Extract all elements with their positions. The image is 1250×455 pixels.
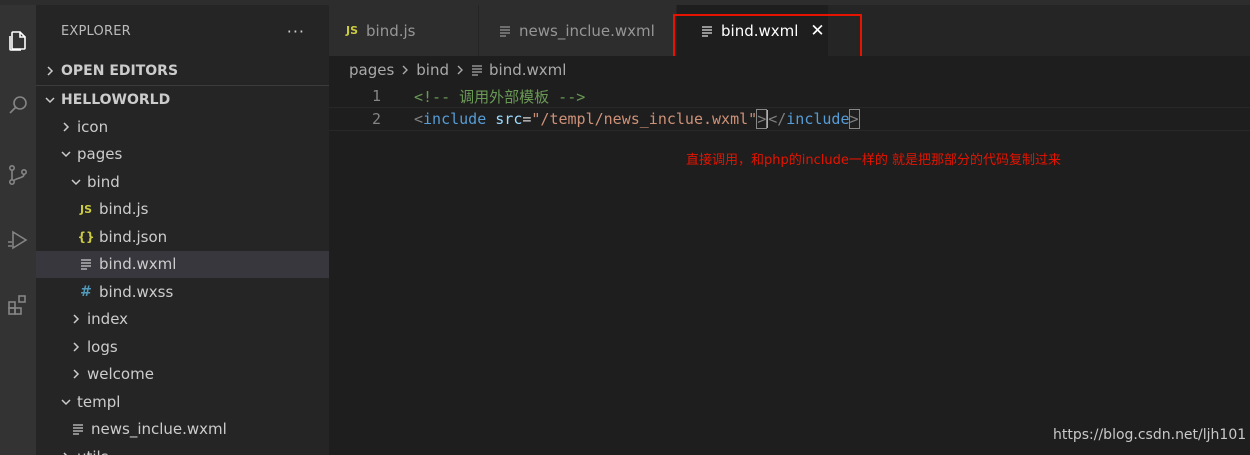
chevron-right-icon <box>400 65 410 75</box>
json-file-icon: {} <box>77 229 95 244</box>
open-editors-section[interactable]: OPEN EDITORS <box>36 57 329 85</box>
tree-item-label: utils <box>77 448 109 455</box>
code-editor[interactable]: 1 <!-- 调用外部模板 --> 2 <include src="/templ… <box>329 84 1250 455</box>
js-file-icon: JS <box>346 24 359 37</box>
tag-bracket: < <box>414 109 424 128</box>
explorer-header: EXPLORER ··· <box>36 5 329 57</box>
chevron-right-icon <box>455 65 465 75</box>
tree-item-label: bind.json <box>99 227 168 246</box>
tree-item-label: bind.js <box>99 200 149 219</box>
workspace-label: HELLOWORLD <box>61 91 171 108</box>
chevron-down-icon <box>42 92 58 108</box>
open-editors-label: OPEN EDITORS <box>61 63 179 79</box>
line-number: 2 <box>371 110 381 128</box>
tree-item-utils[interactable]: utils <box>36 443 329 455</box>
text-file-icon <box>68 423 88 435</box>
tree-item-icon[interactable]: icon <box>36 113 329 141</box>
extensions-icon[interactable] <box>0 285 36 325</box>
tag-bracket: > <box>848 108 860 129</box>
breadcrumb-item[interactable]: bind <box>416 61 449 79</box>
chevron-down-icon <box>58 394 74 410</box>
tree-item-bind-json[interactable]: {} bind.json <box>36 223 329 251</box>
annotation-text: 直接调用，和php的include一样的 就是把那部分的代码复制过来 <box>686 153 1061 168</box>
attribute-name: src <box>495 109 523 128</box>
tab-label: bind.js <box>366 21 416 40</box>
tab-label: news_inclue.wxml <box>519 21 655 40</box>
explorer-sidebar: EXPLORER ··· OPEN EDITORS HELLOWORLD ico… <box>36 5 329 455</box>
line-number: 1 <box>371 87 381 105</box>
tree-item-templ[interactable]: templ <box>36 388 329 416</box>
search-icon[interactable] <box>0 85 36 125</box>
tree-item-pages[interactable]: pages <box>36 141 329 169</box>
breadcrumb-item[interactable]: pages <box>349 61 394 79</box>
tree-item-logs[interactable]: logs <box>36 333 329 361</box>
tree-item-label: logs <box>87 337 118 356</box>
tree-item-label: welcome <box>87 365 154 384</box>
tree-item-bind-wxss[interactable]: # bind.wxss <box>36 278 329 306</box>
tab-news-inclue-wxml[interactable]: news_inclue.wxml <box>479 5 677 56</box>
breadcrumb-item[interactable]: bind.wxml <box>489 61 566 79</box>
tree-item-bind[interactable]: bind <box>36 168 329 196</box>
attribute-value: "/templ/news_inclue.wxml" <box>531 109 758 128</box>
tag-bracket: </ <box>768 109 787 128</box>
tree-item-label: bind <box>87 172 120 191</box>
more-actions-icon[interactable]: ··· <box>287 22 305 41</box>
css-file-icon: # <box>80 283 92 300</box>
source-control-icon[interactable] <box>0 155 36 195</box>
line-content: <!-- 调用外部模板 --> <box>414 86 585 107</box>
tag-name: include <box>423 109 487 128</box>
code-line: 1 <!-- 调用外部模板 --> <box>329 84 1250 108</box>
workspace-section[interactable]: HELLOWORLD <box>36 85 329 113</box>
text-file-icon <box>471 64 483 76</box>
tree-item-index[interactable]: index <box>36 306 329 334</box>
tree-item-label: pages <box>77 145 123 164</box>
chevron-right-icon <box>68 339 84 355</box>
explorer-title: EXPLORER <box>61 23 131 39</box>
breadcrumb: pages bind bind.wxml <box>329 56 1250 84</box>
tree-item-welcome[interactable]: welcome <box>36 361 329 389</box>
chevron-right-icon <box>68 311 84 327</box>
tree-item-label: index <box>87 310 129 329</box>
chevron-right-icon <box>58 119 74 135</box>
tree-item-news-inclue-wxml[interactable]: news_inclue.wxml <box>36 416 329 444</box>
tree-item-label: news_inclue.wxml <box>91 420 227 439</box>
text-file-icon <box>76 258 96 270</box>
tree-item-label: bind.wxml <box>99 255 177 274</box>
tree-item-bind-js[interactable]: JS bind.js <box>36 196 329 224</box>
code-comment: <!-- 调用外部模板 --> <box>414 87 586 106</box>
tab-bind-js[interactable]: JS bind.js <box>329 5 479 56</box>
line-content: <include src="/templ/news_inclue.wxml"> <… <box>414 108 860 129</box>
chevron-down-icon <box>68 174 84 190</box>
tree-item-label: icon <box>77 117 109 136</box>
js-file-icon: JS <box>79 202 92 216</box>
tag-bracket: > <box>756 108 768 129</box>
watermark: https://blog.csdn.net/ljh101 <box>1053 427 1247 443</box>
run-debug-icon[interactable] <box>0 220 36 260</box>
file-tree: icon pages bind JS bind.js {} bind.json bind.wx… <box>36 113 329 455</box>
tree-item-label: bind.wxss <box>99 282 174 301</box>
code-line-current: 2 <include src="/templ/news_inclue.wxml"… <box>329 107 1250 131</box>
tree-item-bind-wxml[interactable]: bind.wxml <box>36 250 329 278</box>
chevron-right-icon <box>58 449 74 455</box>
tree-item-label: templ <box>77 392 121 411</box>
tag-name: include <box>786 109 850 128</box>
chevron-down-icon <box>58 146 74 162</box>
text-file-icon <box>499 25 511 37</box>
chevron-right-icon <box>42 63 58 79</box>
chevron-right-icon <box>68 366 84 382</box>
activity-bar <box>0 5 36 455</box>
files-icon[interactable] <box>0 21 36 61</box>
